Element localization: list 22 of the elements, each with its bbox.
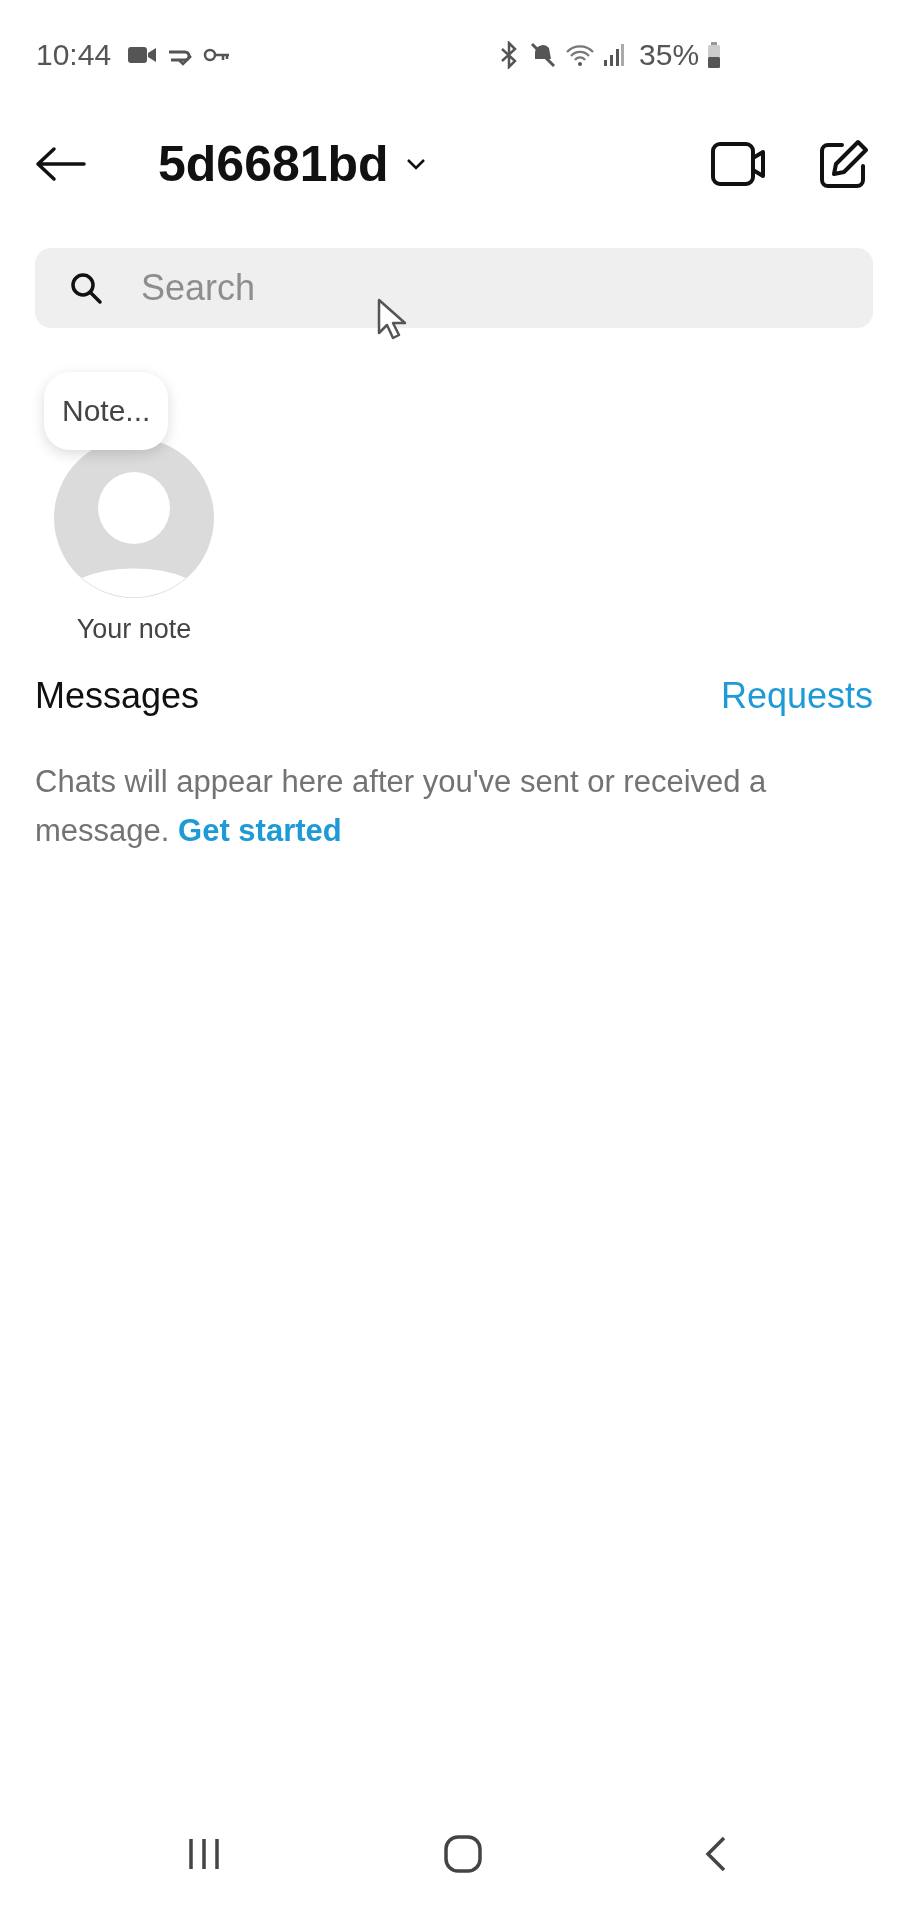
key-icon: [203, 47, 232, 63]
battery-icon: [707, 41, 722, 69]
back-nav-icon[interactable]: [704, 1835, 728, 1873]
search-field[interactable]: Search: [35, 248, 873, 328]
chevron-down-icon: [404, 157, 427, 171]
signal-icon: [603, 42, 626, 68]
messages-heading: Messages: [35, 675, 200, 717]
wifi-icon: [565, 42, 596, 68]
video-camera-icon: [127, 44, 158, 66]
note-bubble[interactable]: Note...: [44, 372, 169, 450]
search-icon: [69, 271, 103, 305]
home-icon[interactable]: [443, 1834, 483, 1874]
mute-icon: [529, 41, 558, 69]
recent-apps-icon[interactable]: [186, 1837, 222, 1871]
video-call-button[interactable]: [710, 140, 766, 188]
note-label: Your note: [76, 614, 192, 645]
battery-percent: 35%: [639, 38, 700, 72]
new-message-button[interactable]: [818, 138, 870, 190]
account-switcher[interactable]: 5d6681bd: [158, 135, 427, 193]
empty-state-text: Chats will appear here after you've sent or received a message. Get started: [35, 763, 768, 850]
status-time: 10:44: [36, 38, 112, 72]
back-button[interactable]: [34, 146, 86, 182]
